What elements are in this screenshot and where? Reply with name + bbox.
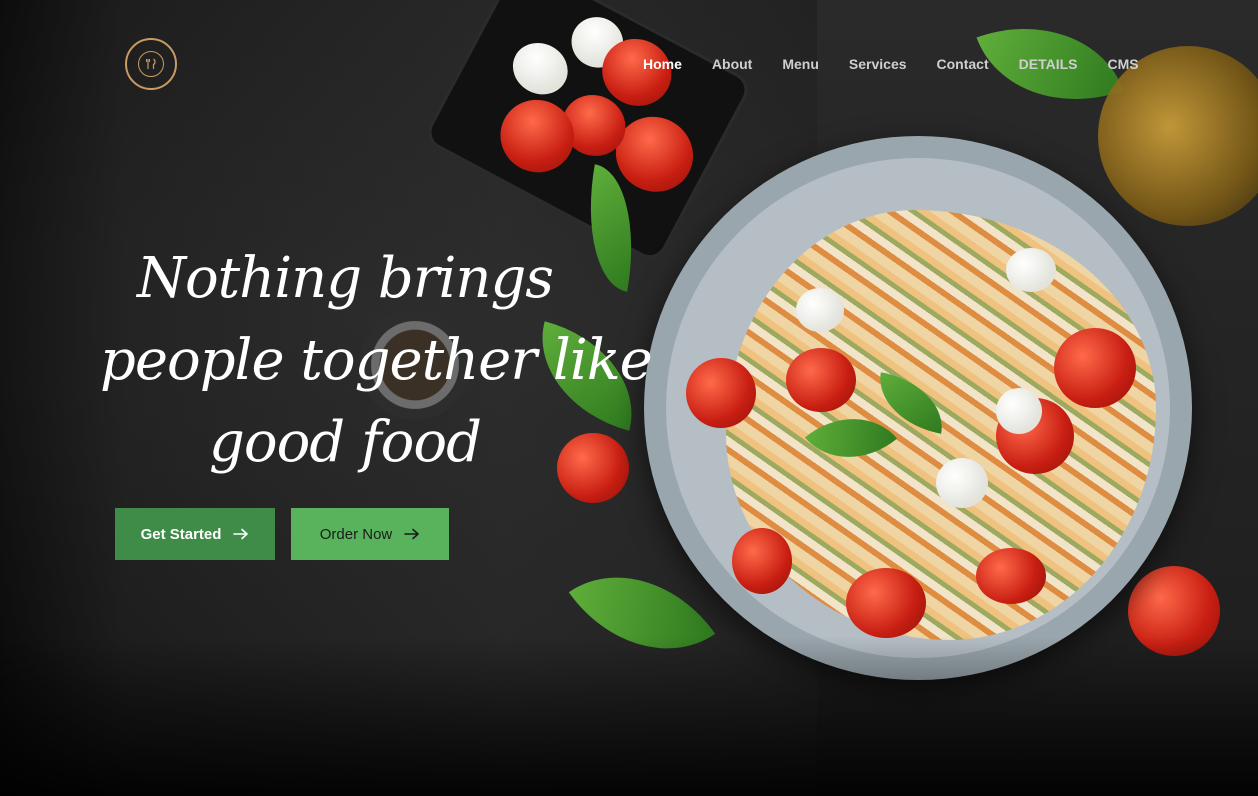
headline-line: Nothing brings (136, 246, 554, 311)
arrow-right-icon (233, 528, 249, 540)
nav-item-services[interactable]: Services (834, 54, 922, 74)
main-nav: Home About Menu Services Contact DETAILS… (628, 54, 1154, 74)
nav-item-menu[interactable]: Menu (767, 54, 834, 74)
nav-item-cms[interactable]: CMS (1093, 54, 1154, 74)
nav-item-about[interactable]: About (697, 54, 767, 74)
order-now-label: Order Now (319, 525, 393, 543)
pasta-plate-image (644, 136, 1192, 680)
get-started-button[interactable]: Get Started (115, 508, 275, 560)
arrow-right-icon (404, 528, 420, 540)
order-now-button[interactable]: Order Now (291, 508, 449, 560)
headline-line: good food (209, 410, 482, 475)
logo[interactable] (125, 38, 177, 90)
nav-item-details[interactable]: DETAILS (1004, 54, 1093, 74)
fork-knife-icon (138, 51, 164, 77)
nav-item-home[interactable]: Home (628, 54, 697, 74)
bottom-shade (0, 636, 1258, 796)
hero-headline: Nothing brings people together like good… (100, 238, 653, 484)
headline-line: people together like (100, 328, 653, 393)
nav-item-contact[interactable]: Contact (922, 54, 1004, 74)
get-started-label: Get Started (140, 525, 222, 543)
